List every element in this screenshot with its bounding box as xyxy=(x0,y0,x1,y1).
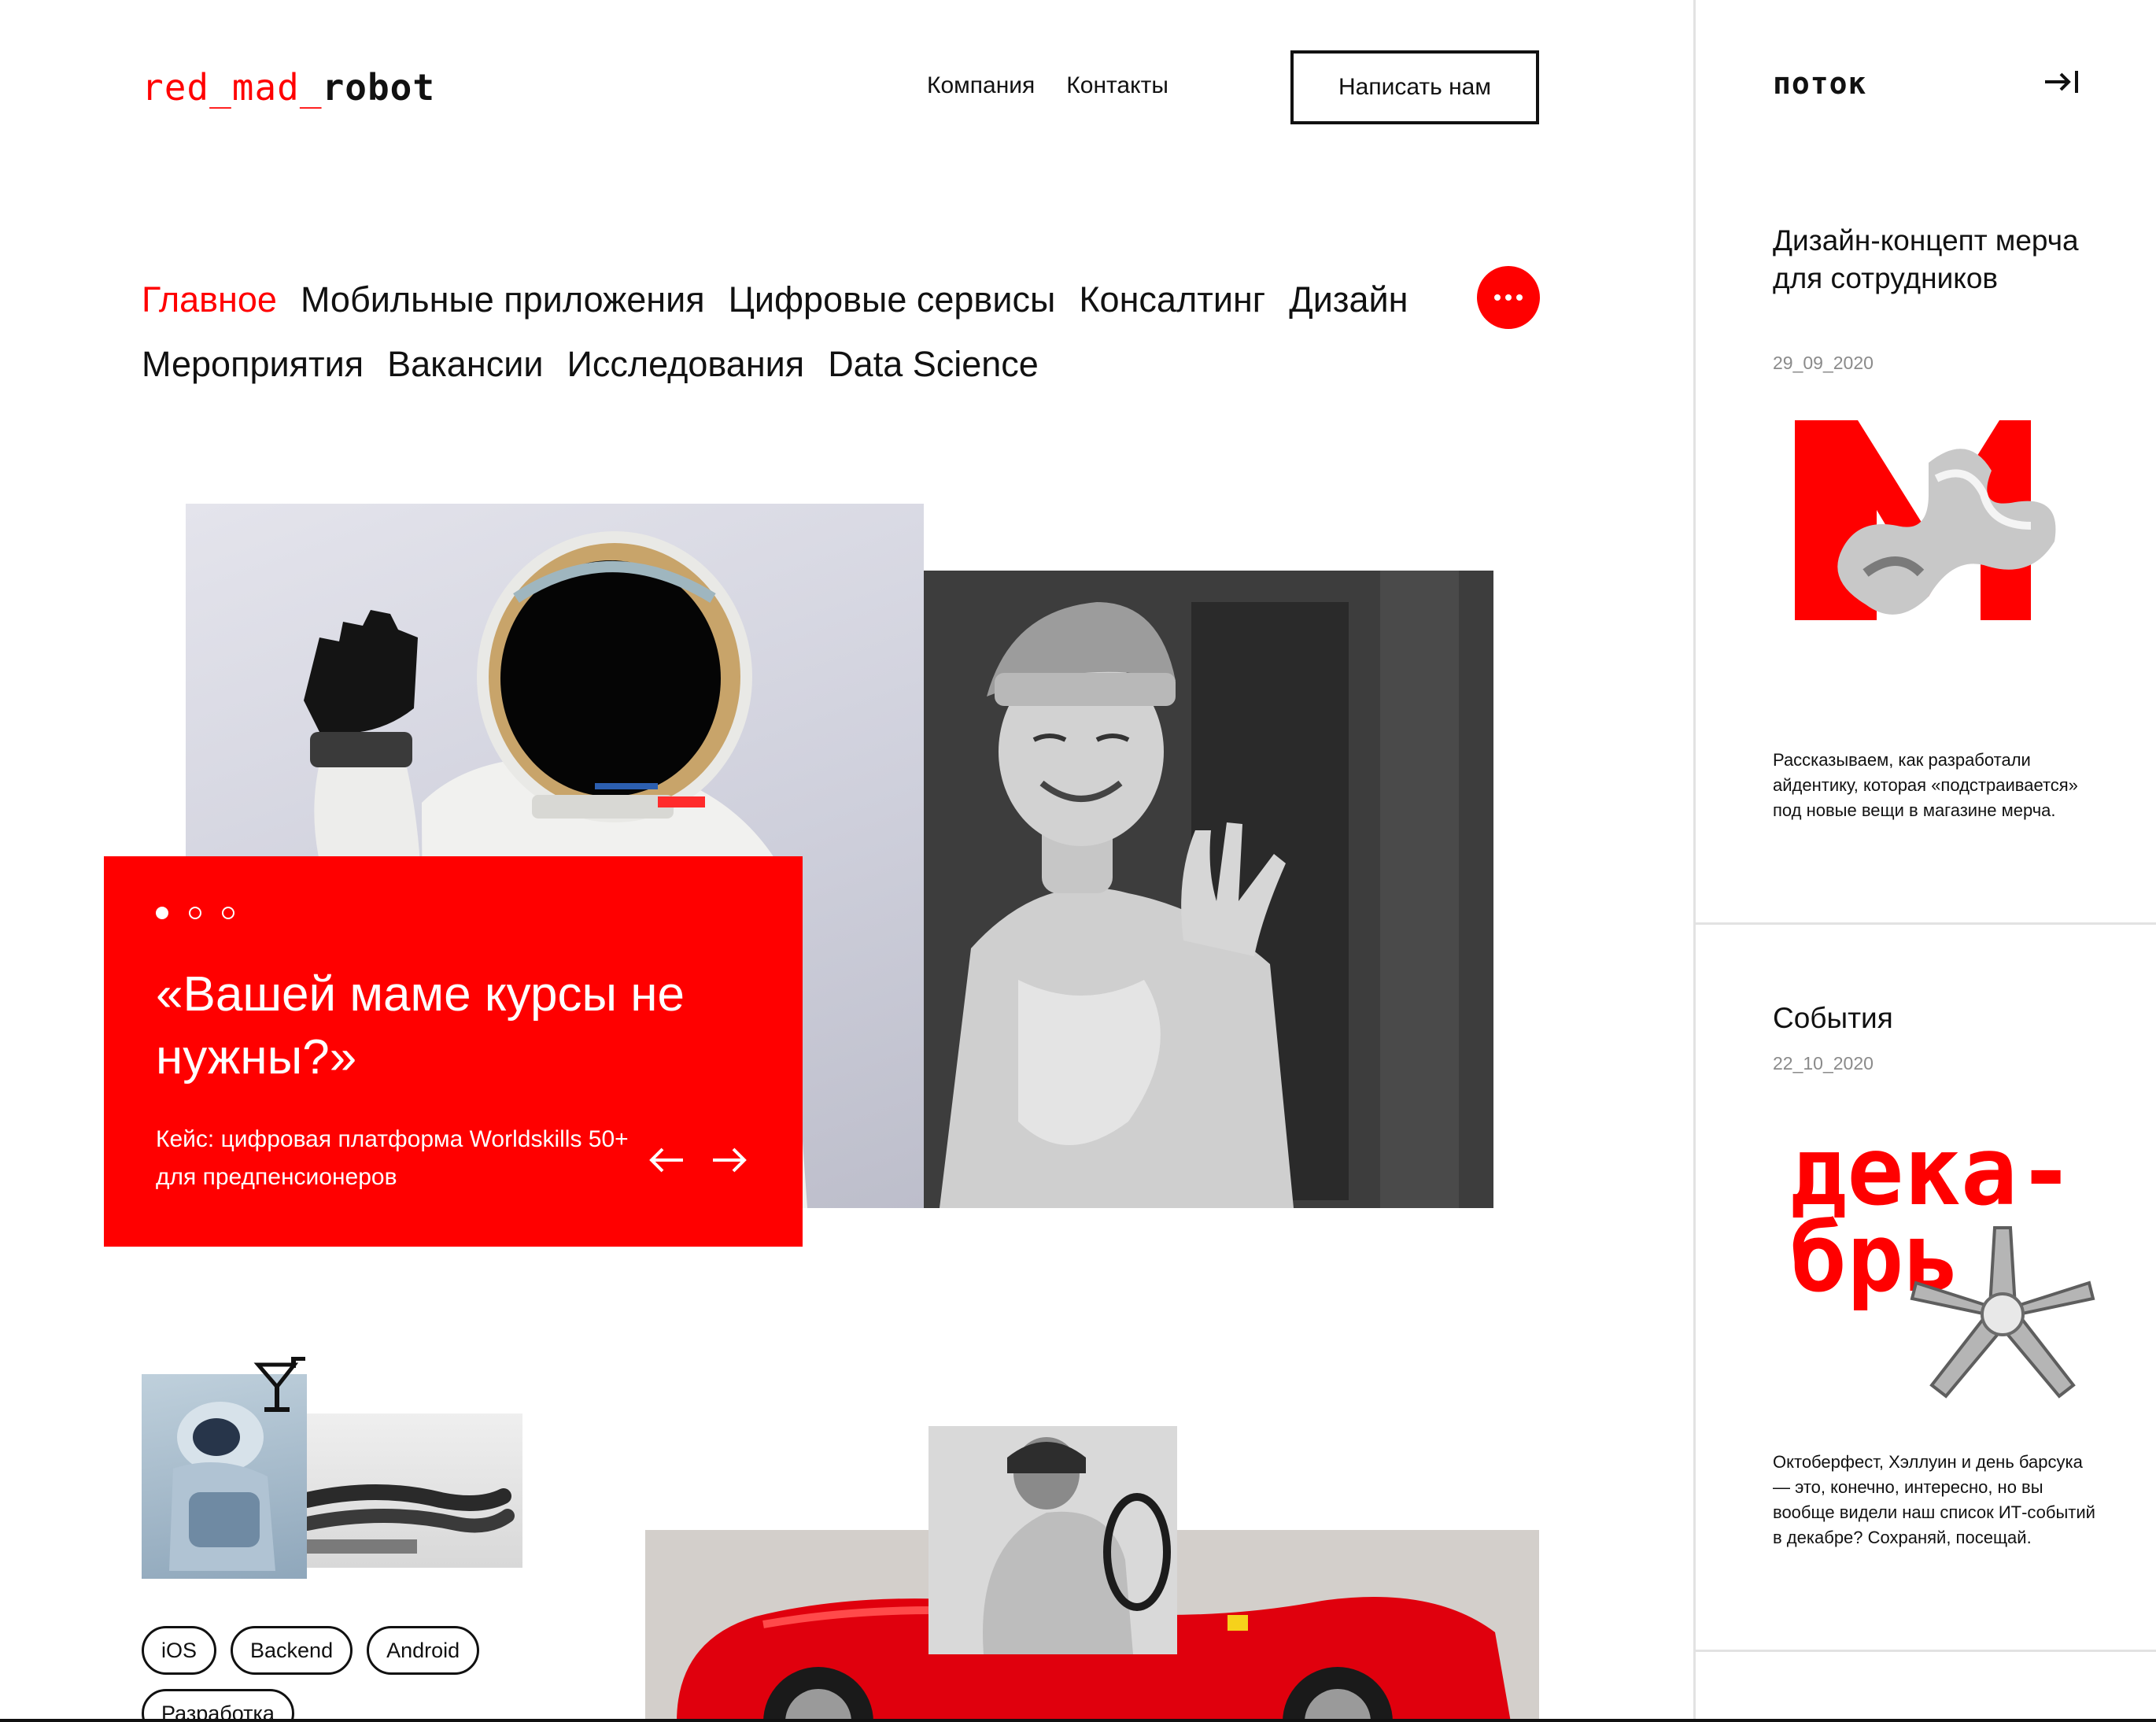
category-nav: Главное Мобильные приложения Цифровые серв… xyxy=(142,268,1432,397)
category-digital-services[interactable]: Цифровые сервисы xyxy=(729,268,1056,332)
feed-post-text: Рассказываем, как разработали айдентику,… xyxy=(1773,750,2078,820)
article-image-driver[interactable] xyxy=(928,1426,1177,1654)
legs-illustration xyxy=(307,1484,515,1554)
category-data-science[interactable]: Data Science xyxy=(828,332,1039,397)
arrow-right-icon[interactable] xyxy=(710,1144,749,1176)
article-image-legs[interactable] xyxy=(307,1413,522,1568)
feed-post-image-merch[interactable] xyxy=(1795,416,2106,630)
slider-dot-2[interactable] xyxy=(189,907,201,919)
slider-dot-3[interactable] xyxy=(222,907,234,919)
feed-post-title[interactable]: Дизайн-концепт мерча для сотрудников xyxy=(1773,222,2103,297)
category-consulting[interactable]: Консалтинг xyxy=(1079,268,1265,332)
december-poster-illustration: дека- брь xyxy=(1790,1118,2095,1399)
more-categories-button[interactable] xyxy=(1477,266,1540,329)
feed-divider xyxy=(1696,922,2156,925)
red-m-letter-illustration xyxy=(1795,420,2056,620)
nav-link-contacts[interactable]: Контакты xyxy=(1066,72,1168,99)
tag-development[interactable]: Разработка xyxy=(142,1689,294,1722)
category-events[interactable]: Мероприятия xyxy=(142,332,364,397)
category-mobile-apps[interactable]: Мобильные приложения xyxy=(301,268,705,332)
category-main[interactable]: Главное xyxy=(142,268,277,332)
tag-ios[interactable]: iOS xyxy=(142,1626,217,1675)
main-column: red_mad_robot Компания Контакты Написать… xyxy=(0,0,1693,1722)
logo-part-red: red_mad_ xyxy=(142,66,323,109)
more-dot-icon xyxy=(1505,294,1512,301)
hero-card[interactable]: «Вашей маме курсы не нужны?» Кейс: цифро… xyxy=(104,856,803,1247)
hero-image-woman xyxy=(924,571,1493,1208)
hero-title: «Вашей маме курсы не нужны?» xyxy=(156,967,685,1085)
write-us-button[interactable]: Написать нам xyxy=(1290,50,1539,124)
logo[interactable]: red_mad_robot xyxy=(142,66,435,109)
arrow-left-icon[interactable] xyxy=(647,1144,686,1176)
driver-illustration xyxy=(928,1426,1177,1654)
logo-part-dark: robot xyxy=(322,66,436,109)
feed-post-date: 22_10_2020 xyxy=(1773,1053,1874,1073)
more-dot-icon xyxy=(1516,294,1523,301)
feed-post-date: 29_09_2020 xyxy=(1773,353,1874,373)
woman-photo-illustration xyxy=(924,571,1493,1208)
bottom-border xyxy=(0,1719,2156,1722)
feed-post-title[interactable]: События xyxy=(1773,1000,2103,1037)
more-dot-icon xyxy=(1494,294,1501,301)
feed-sidebar: поток Дизайн-концепт мерча для сотрудник… xyxy=(1693,0,2156,1722)
slider-dot-1[interactable] xyxy=(156,907,168,919)
tag-backend[interactable]: Backend xyxy=(231,1626,353,1675)
category-design[interactable]: Дизайн xyxy=(1289,268,1408,332)
collapse-sidebar-icon[interactable] xyxy=(2042,68,2081,96)
tag-android[interactable]: Android xyxy=(367,1626,480,1675)
nav-link-company[interactable]: Компания xyxy=(927,72,1035,99)
cocktail-pixel-icon xyxy=(253,1357,305,1412)
tag-list: iOS Backend Android Разработка xyxy=(142,1626,551,1722)
top-nav: Компания Контакты xyxy=(927,72,1168,99)
hero-subtitle: Кейс: цифровая платформа Worldskills 50+… xyxy=(156,1126,629,1190)
category-research[interactable]: Исследования xyxy=(567,332,804,397)
slider-pagination xyxy=(156,907,234,919)
feed-post-text: Октоберфест, Хэллуин и день барсука — эт… xyxy=(1773,1452,2095,1547)
feed-divider xyxy=(1696,1650,2156,1652)
feed-post-image-events[interactable]: дека- брь xyxy=(1790,1118,2102,1417)
feed-title: поток xyxy=(1773,66,1867,101)
category-vacancies[interactable]: Вакансии xyxy=(387,332,543,397)
